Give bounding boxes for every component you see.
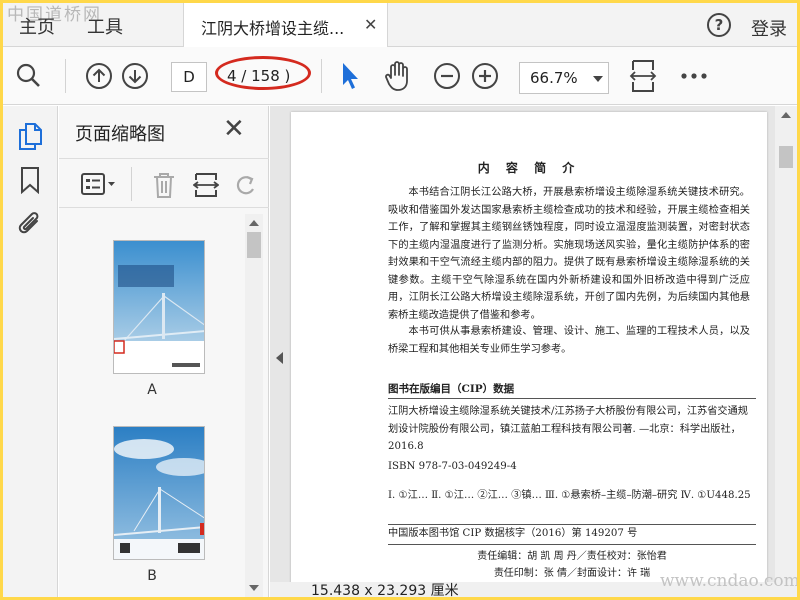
zoom-in-icon[interactable] [471,62,499,90]
intro-paragraph: 本书可供从事悬索桥建设、管理、设计、施工、监理的工程技术人员，以及桥梁工程和其他… [388,326,750,355]
hand-icon[interactable] [383,60,413,92]
document-tab[interactable]: 江阴大桥增设主缆... ✕ [183,3,388,47]
arrow-up-icon[interactable] [85,62,113,90]
page-number-input[interactable]: D [171,62,207,92]
document-page: 内 容 简 介 本书结合江阴长江公路大桥，开展悬索桥增设主缆除湿系统关键技术研究… [291,112,767,597]
panel-title: 页面缩略图 [75,124,165,145]
chevron-down-icon [593,76,603,82]
menu-home[interactable]: 主页 [19,13,55,39]
select-arrow-icon[interactable] [339,61,361,91]
thumbnail-page-b[interactable] [113,426,205,560]
isbn: ISBN 978-7-03-049249-4 [388,461,517,472]
menu-tools[interactable]: 工具 [87,13,123,39]
toolbar-separator [65,59,66,93]
credit-line: 责任编辑：胡 凯 周 丹／责任校对：张怡君 [477,551,667,562]
toolbar: D 4 / 158 ) 66.7% [3,47,797,105]
rotate-icon[interactable] [233,171,259,203]
scroll-down-icon[interactable] [249,585,259,591]
pages-icon[interactable] [17,122,43,154]
login-button[interactable]: 登录 [751,15,787,41]
extract-icon[interactable] [192,171,220,203]
annotation-ellipse [215,56,311,90]
delete-icon[interactable] [151,171,177,203]
zoom-out-icon[interactable] [433,62,461,90]
attachment-icon[interactable] [17,210,43,242]
fit-page-icon[interactable] [629,59,657,93]
scroll-up-icon[interactable] [249,220,259,226]
panel-toolbar [59,158,269,208]
scrollbar-thumb[interactable] [247,232,261,258]
zoom-select[interactable]: 66.7% [519,62,609,94]
watermark-bottom: www.cndao.com [660,571,797,591]
cip-heading: 图书在版编目（CIP）数据 [388,383,515,395]
scrollbar-thumb[interactable] [779,146,793,168]
cip-number: 中国版本图书馆 CIP 数据核字（2016）第 149207 号 [388,528,638,539]
app-window: 中国道桥网 主页 工具 江阴大桥增设主缆... ✕ ? 登录 D 4 / 158… [3,3,797,597]
intro-title: 内 容 简 介 [477,161,581,175]
search-icon[interactable] [15,62,41,88]
thumbnail-label: B [147,568,157,584]
tab-title: 江阴大桥增设主缆... [201,19,345,38]
panel-separator [131,167,132,201]
bookmark-icon[interactable] [19,166,41,198]
thumbnail-list: A B [59,214,245,597]
toolbar-separator [321,59,322,93]
arrow-down-icon[interactable] [121,62,149,90]
menu-bar: 中国道桥网 主页 工具 江阴大桥增设主缆... ✕ ? 登录 [3,3,797,47]
intro-paragraph: 本书结合江阴长江公路大桥，开展悬索桥增设主缆除湿系统关键技术研究。吸收和借鉴国外… [388,187,750,321]
thumbnail-page-a[interactable] [113,240,205,374]
document-scrollbar[interactable] [775,106,797,582]
scroll-up-icon[interactable] [781,112,791,118]
document-viewer: 内 容 简 介 本书结合江阴长江公路大桥，开展悬索桥增设主缆除湿系统关键技术研究… [270,106,797,597]
cip-entry: 江阴大桥增设主缆除湿系统关键技术/江苏扬子大桥股份有限公司，江苏省交通规划设计院… [388,406,748,452]
zoom-value: 66.7% [530,69,578,87]
help-icon[interactable]: ? [707,13,731,37]
side-rail [3,106,58,597]
divider [388,544,756,545]
thumbnail-label: A [147,382,157,398]
thumbnail-options-icon[interactable] [81,171,117,201]
more-icon[interactable] [681,73,707,79]
collapse-panel-icon[interactable] [276,352,283,364]
thumbnail-scrollbar[interactable] [245,214,263,597]
page-size-text: 15.438 x 23.293 厘米 [311,583,459,597]
panel-close-icon[interactable]: ✕ [223,116,245,142]
cip-classification: Ⅰ. ①江… Ⅱ. ①江… ②江… ③镇… Ⅲ. ①悬索桥–主缆–防潮–研究 Ⅳ… [388,490,751,501]
tab-close-icon[interactable]: ✕ [364,15,377,34]
thumbnail-panel: 页面缩略图 ✕ A B [59,106,269,597]
divider [388,398,756,399]
